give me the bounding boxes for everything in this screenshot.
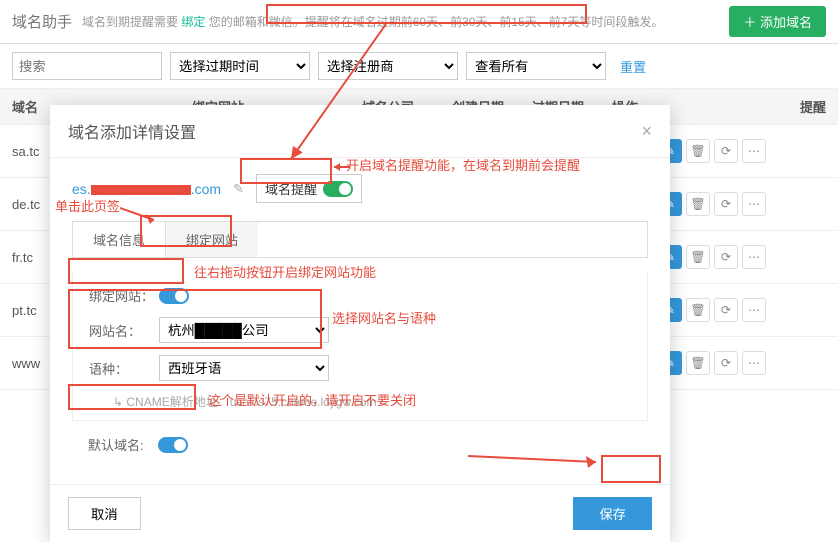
save-button[interactable]: 保存: [573, 497, 652, 530]
trash-icon[interactable]: 🗑: [686, 139, 710, 163]
more-icon[interactable]: ⋯: [742, 351, 766, 375]
cancel-button[interactable]: 取消: [68, 497, 141, 530]
registrar-select[interactable]: 选择注册商: [318, 52, 458, 80]
bind-site-label: 绑定网站：: [89, 286, 159, 305]
domain-remind-toggle[interactable]: [323, 181, 353, 197]
default-domain-label: 默认域名:: [88, 435, 158, 454]
refresh-icon[interactable]: ⟳: [714, 298, 738, 322]
trash-icon[interactable]: 🗑: [686, 298, 710, 322]
filter-bar: 选择过期时间 选择注册商 查看所有 重置: [0, 44, 838, 88]
domain-remind-toggle-group: 域名提醒: [256, 174, 362, 203]
refresh-icon[interactable]: ⟳: [714, 351, 738, 375]
trash-icon[interactable]: 🗑: [686, 192, 710, 216]
reset-link[interactable]: 重置: [620, 57, 646, 76]
domain-settings-modal: 域名添加详情设置 × es..com ✎ 域名提醒 域名信息 绑定网站 绑定网站…: [50, 105, 670, 542]
language-label: 语种：: [89, 359, 159, 378]
modal-footer: 取消 保存: [50, 484, 670, 542]
more-icon[interactable]: ⋯: [742, 298, 766, 322]
domain-edit-row: es..com ✎ 域名提醒: [72, 174, 648, 203]
th-remind: 提醒: [800, 97, 826, 116]
app-title: 域名助手: [12, 11, 72, 32]
default-domain-toggle[interactable]: [158, 437, 188, 453]
trash-icon[interactable]: 🗑: [686, 245, 710, 269]
refresh-icon[interactable]: ⟳: [714, 245, 738, 269]
pencil-icon[interactable]: ✎: [233, 181, 244, 197]
modal-header: 域名添加详情设置 ×: [50, 105, 670, 158]
redacted: [91, 185, 191, 195]
domain-name: es..com: [72, 181, 221, 197]
bind-site-toggle[interactable]: [159, 288, 189, 304]
close-icon[interactable]: ×: [641, 121, 652, 142]
add-domain-button[interactable]: ＋ 添加域名: [729, 6, 826, 37]
view-select[interactable]: 查看所有: [466, 52, 606, 80]
more-icon[interactable]: ⋯: [742, 245, 766, 269]
site-name-select[interactable]: 杭州█████公司: [159, 317, 329, 343]
tabs: 域名信息 绑定网站: [72, 221, 648, 258]
header: 域名助手 域名到期提醒需要 绑定 您的邮箱和微信。提醒将在域名过期前60天、前3…: [0, 0, 838, 44]
refresh-icon[interactable]: ⟳: [714, 192, 738, 216]
bind-link[interactable]: 绑定: [181, 15, 205, 29]
site-name-label: 网站名：: [89, 321, 159, 340]
modal-title: 域名添加详情设置: [68, 119, 196, 143]
tab-bind-site[interactable]: 绑定网站: [166, 222, 258, 257]
language-select[interactable]: 西班牙语: [159, 355, 329, 381]
more-icon[interactable]: ⋯: [742, 139, 766, 163]
cname-hint: ↳ CNAME解析地址：usalos75.cname.ldygw.com: [113, 393, 631, 410]
trash-icon[interactable]: 🗑: [686, 351, 710, 375]
search-input[interactable]: [12, 52, 162, 80]
header-tip: 提醒将在域名过期前60天、前30天、前15天、前7天等时间段触发。: [305, 15, 664, 29]
expire-select[interactable]: 选择过期时间: [170, 52, 310, 80]
default-domain-row: 默认域名:: [72, 421, 648, 468]
refresh-icon[interactable]: ⟳: [714, 139, 738, 163]
row-ops: ✎ 🗑 ⟳ ⋯: [658, 139, 766, 163]
tab-domain-info[interactable]: 域名信息: [73, 222, 166, 257]
more-icon[interactable]: ⋯: [742, 192, 766, 216]
header-hint: 域名到期提醒需要 绑定 您的邮箱和微信。提醒将在域名过期前60天、前30天、前1…: [82, 13, 663, 30]
tab-content: 绑定网站： 网站名： 杭州█████公司 语种： 西班牙语 ↳ CNAME解析地…: [72, 272, 648, 421]
